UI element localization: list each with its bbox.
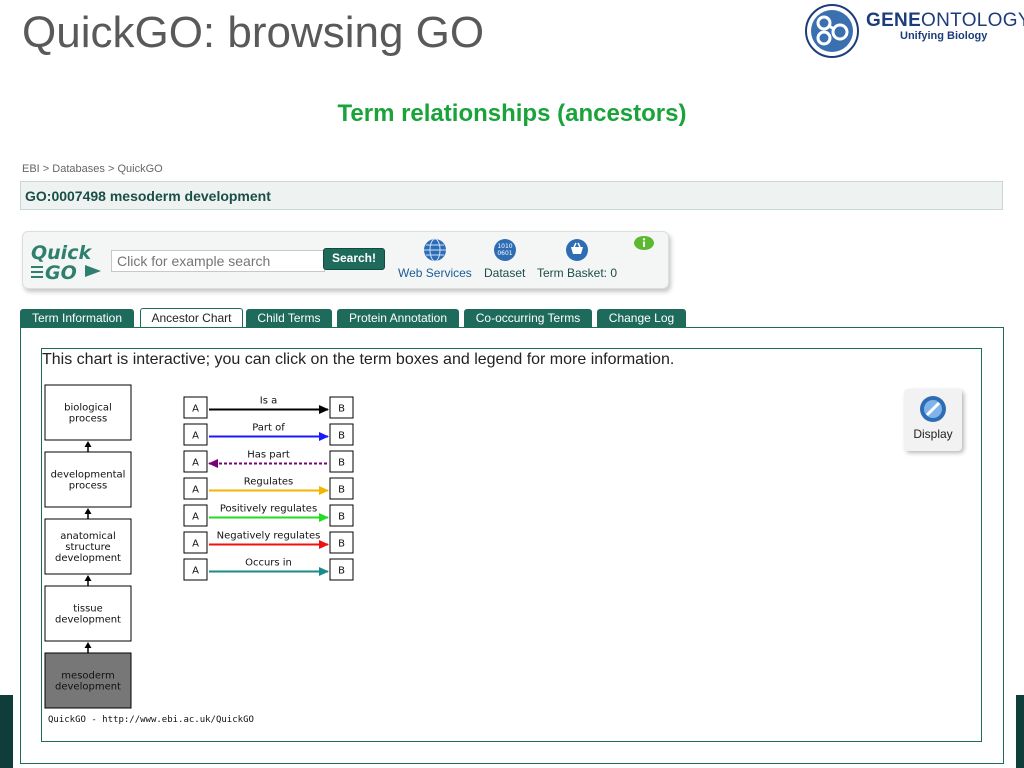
term-label: development (55, 682, 121, 693)
dataset-icon-text: 1010 (497, 243, 512, 250)
legend-box-a-label: A (192, 512, 199, 523)
tab-panel-top-border (20, 327, 1003, 328)
tab-co-occurring-terms[interactable]: Co-occurring Terms (464, 309, 592, 327)
dataset-label: Dataset (484, 266, 526, 280)
tab-child-terms[interactable]: Child Terms (246, 309, 332, 327)
legend-arrowhead (319, 567, 329, 576)
is-a-arrowhead (84, 441, 92, 447)
dataset-link[interactable]: 1010 0601 Dataset (484, 238, 525, 280)
legend-box-b-label: B (338, 512, 345, 523)
term-label: anatomical (60, 531, 116, 542)
legend-box-b-label: B (338, 458, 345, 469)
term-label: development (55, 553, 121, 564)
quickgo-toolbar: Quick GO Search! Web Services 1010 0601 … (22, 231, 669, 289)
tab-change-log[interactable]: Change Log (597, 309, 686, 327)
display-icon (920, 396, 946, 422)
web-services-link[interactable]: Web Services (398, 238, 472, 280)
legend-relation-label[interactable]: Negatively regulates (217, 531, 321, 542)
ancestor-chart: This chart is interactive; you can click… (41, 348, 982, 742)
term-basket-label: Term Basket: 0 (537, 266, 618, 280)
chart-footer: QuickGO - http://www.ebi.ac.uk/QuickGO (48, 715, 254, 725)
right-accent-bar (1016, 695, 1024, 768)
breadcrumb-item-ebi[interactable]: EBI (22, 163, 40, 175)
web-services-label: Web Services (398, 266, 472, 280)
term-label: tissue (73, 604, 103, 615)
legend-box-a-label: A (192, 485, 199, 496)
go-logo-icon (805, 4, 859, 58)
breadcrumb-item-databases[interactable]: Databases (52, 163, 105, 175)
gene-ontology-logo: GENEONTOLOGY Unifying Biology (804, 4, 1024, 58)
term-label: mesoderm (61, 671, 114, 682)
term-label: process (69, 414, 107, 425)
legend-box-a-label: A (192, 539, 199, 550)
svg-text:Quick: Quick (31, 242, 92, 264)
term-label: structure (65, 542, 110, 553)
tab-protein-annotation[interactable]: Protein Annotation (337, 309, 459, 327)
legend-arrowhead (319, 486, 329, 495)
legend-box-a-label: A (192, 566, 199, 577)
tab-term-information[interactable]: Term Information (20, 309, 134, 327)
legend-relation-label[interactable]: Has part (247, 450, 290, 461)
term-label: development (55, 615, 121, 626)
legend-box-b-label: B (338, 404, 345, 415)
display-label: Display (913, 427, 953, 441)
left-accent-bar (0, 695, 13, 768)
is-a-arrowhead (84, 642, 92, 648)
quickgo-logo[interactable]: Quick GO (29, 241, 103, 283)
slide-title: QuickGO: browsing GO (22, 8, 485, 57)
breadcrumb-item-quickgo[interactable]: QuickGO (117, 163, 162, 175)
svg-text:0601: 0601 (497, 250, 512, 257)
info-icon[interactable] (634, 236, 654, 250)
legend-box-b-label: B (338, 431, 345, 442)
breadcrumb: EBI > Databases > QuickGO (22, 163, 163, 175)
display-button[interactable]: Display (904, 389, 962, 451)
legend-box-b-label: B (338, 485, 345, 496)
legend-box-a-label: A (192, 458, 199, 469)
legend-relation-label[interactable]: Occurs in (245, 558, 292, 569)
term-basket-link[interactable]: Term Basket: 0 (537, 238, 617, 280)
term-label: biological (64, 403, 112, 414)
breadcrumb-separator: > (42, 163, 50, 175)
legend-relation-label[interactable]: Regulates (244, 477, 294, 488)
legend-relation-label[interactable]: Is a (260, 396, 277, 407)
legend-arrowhead (319, 513, 329, 522)
basket-icon (566, 239, 589, 261)
legend-arrowhead (319, 540, 329, 549)
legend-box-a-label: A (192, 404, 199, 415)
is-a-arrowhead (84, 508, 92, 514)
search-input[interactable] (111, 250, 325, 272)
legend-relation-label[interactable]: Positively regulates (220, 504, 317, 515)
search-button[interactable]: Search! (323, 248, 385, 270)
legend-box-b-label: B (338, 566, 345, 577)
is-a-arrowhead (84, 575, 92, 581)
logo-brand-ontology: ONTOLOGY (921, 10, 1024, 31)
legend-arrowhead (319, 405, 329, 414)
legend-box-b-label: B (338, 539, 345, 550)
legend-box-a-label: A (192, 431, 199, 442)
legend-arrowhead (319, 432, 329, 441)
term-label: process (69, 481, 107, 492)
term-title: GO:0007498 mesoderm development (25, 188, 271, 204)
dataset-icon: 1010 0601 (493, 239, 516, 261)
legend-arrowhead (208, 459, 218, 468)
tab-ancestor-chart[interactable]: Ancestor Chart (140, 308, 243, 328)
svg-text:GO: GO (45, 262, 77, 283)
logo-brand-gene: GENE (866, 10, 922, 31)
term-header-bar: GO:0007498 mesoderm development (20, 181, 1003, 210)
chart-svg: biologicalprocessdevelopmentalprocessana… (44, 384, 354, 709)
term-label: developmental (51, 470, 126, 481)
globe-icon (423, 238, 446, 262)
slide-subtitle: Term relationships (ancestors) (337, 100, 687, 127)
legend-relation-label[interactable]: Part of (252, 423, 285, 434)
breadcrumb-separator: > (107, 163, 115, 175)
